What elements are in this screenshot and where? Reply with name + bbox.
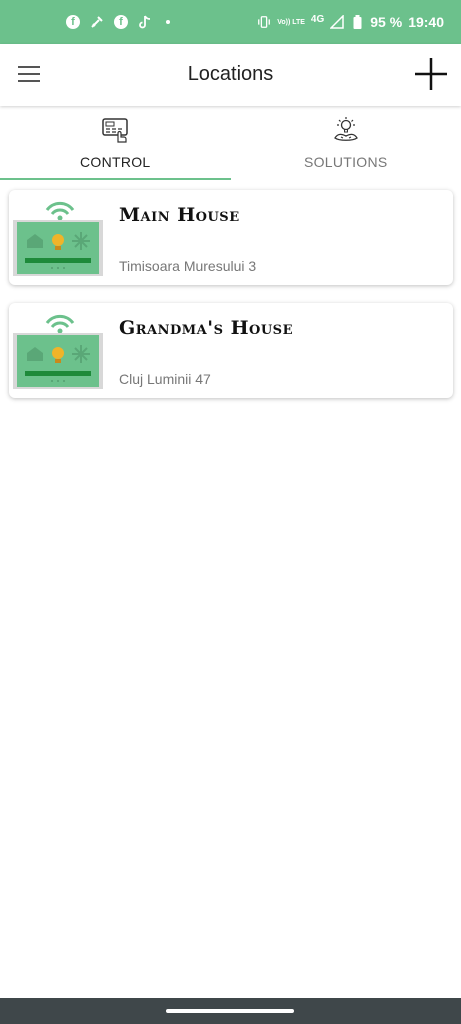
tab-solutions[interactable]: SOLUTIONS [231,106,461,182]
system-navigation-bar [0,998,461,1024]
location-address: Timisoara Muresului 3 [119,258,257,274]
location-name: Main House [119,204,240,226]
notification-icons: f f [66,15,170,29]
active-tab-indicator [0,178,231,180]
clock: 19:40 [408,14,444,30]
vibrate-icon [257,15,271,29]
app-bar: Locations [0,44,461,106]
tab-control-label: CONTROL [79,154,151,170]
location-card[interactable]: Grandma's House Cluj Luminii 47 [9,303,453,398]
smart-home-panel-icon [13,201,103,276]
tab-control[interactable]: CONTROL [0,106,231,182]
page-title: Locations [187,63,274,85]
system-icons: Vo)) LTE 4G 95 % 19:40 [257,14,444,30]
broom-icon [90,15,104,29]
location-card[interactable]: Main House Timisoara Muresului 3 [9,190,453,285]
signal-icon [330,15,345,29]
more-notifications-dot [166,20,170,24]
add-location-icon[interactable] [413,56,449,92]
volte-indicator: Vo)) LTE [277,18,305,26]
facebook-icon: f [114,15,128,29]
home-gesture-handle[interactable] [166,1009,294,1013]
network-type: 4G [310,13,325,25]
smart-home-panel-icon [13,314,103,389]
battery-percent: 95 % [370,14,403,30]
location-list: Main House Timisoara Muresului 3 Grandma… [9,190,453,416]
location-name: Grandma's House [119,317,293,339]
tab-bar: CONTROL SOLUTIONS [0,106,461,182]
tab-solutions-label: SOLUTIONS [303,154,388,170]
location-address: Cluj Luminii 47 [119,371,211,387]
solutions-bulb-icon [333,117,358,141]
status-bar: f f Vo)) LTE 4G 95 % 19:40 [0,0,461,44]
battery-icon [350,15,364,29]
facebook-icon: f [66,15,80,29]
control-panel-icon [102,118,128,143]
tiktok-icon [138,15,152,29]
